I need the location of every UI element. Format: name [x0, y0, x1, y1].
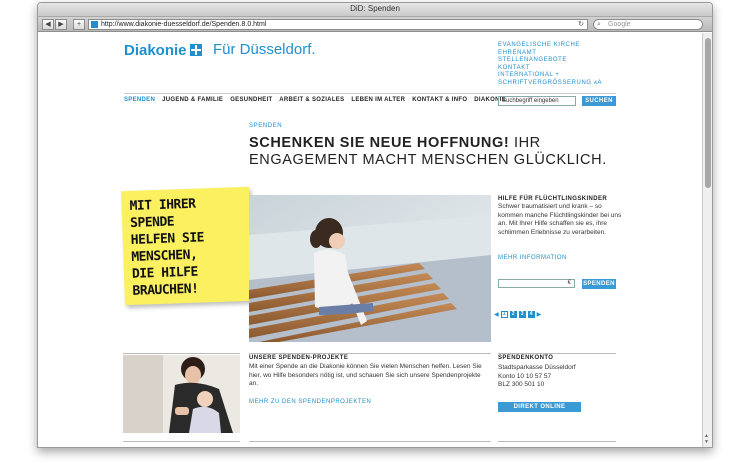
account-heading: SPENDENKONTO — [498, 355, 554, 361]
vertical-scrollbar[interactable]: ▲ ▼ — [702, 33, 712, 447]
link-ehrenamt[interactable]: EHRENAMT — [498, 50, 602, 58]
sticky-note: MIT IHRER SPENDE HELFEN SIE MENSCHEN, DI… — [121, 186, 253, 306]
forward-button[interactable]: ▶ — [55, 19, 67, 30]
page-headline: SCHENKEN SIE NEUE HOFFNUNG! IHR ENGAGEME… — [249, 135, 629, 169]
feature-heading: HILFE FÜR FLÜCHTLINGSKINDER — [498, 196, 608, 202]
pager-page-4[interactable]: 4 — [527, 311, 535, 318]
scrollbar-thumb[interactable] — [705, 38, 711, 188]
headline-line2: ENGAGEMENT MACHT MENSCHEN GLÜCKLICH. — [249, 152, 607, 168]
pager-page-3[interactable]: 3 — [518, 311, 526, 318]
main-nav: SPENDEN JUGEND & FAMILIE GESUNDHEIT ARBE… — [124, 97, 511, 103]
pager-page-2[interactable]: 2 — [509, 311, 517, 318]
account-konto: Konto 10 10 57 57 — [498, 372, 552, 380]
more-projects-link[interactable]: MEHR ZU DEN SPENDENPROJEKTEN — [249, 399, 371, 405]
favicon-icon — [91, 21, 98, 28]
divider-middle — [249, 353, 491, 354]
nav-item-leben-im-alter[interactable]: LEBEN IM ALTER — [351, 97, 405, 103]
sticky-note-text: MIT IHRER SPENDE HELFEN SIE MENSCHEN, DI… — [129, 196, 205, 299]
projects-text: Mit einer Spende an die Diakonie können … — [249, 363, 482, 388]
link-kontakt[interactable]: KONTAKT — [498, 65, 602, 73]
account-details: Stadtsparkasse Düsseldorf Konto 10 10 57… — [498, 364, 616, 390]
link-stellenangebote[interactable]: STELLENANGEBOTE — [498, 57, 602, 65]
breadcrumb[interactable]: SPENDEN — [249, 123, 282, 129]
nav-item-gesundheit[interactable]: GESUNDHEIT — [230, 97, 272, 103]
divider-left — [123, 353, 240, 354]
account-bank: Stadtsparkasse Düsseldorf — [498, 364, 576, 371]
link-international[interactable]: INTERNATIONAL + — [498, 72, 602, 80]
address-bar[interactable]: http://www.diakonie-duesseldorf.de/Spend… — [88, 19, 588, 30]
window-title: DiD: Spenden — [350, 4, 400, 13]
back-button[interactable]: ◀ — [42, 19, 54, 30]
browser-search-input[interactable]: ⌕ Google — [593, 19, 703, 30]
projects-heading: UNSERE SPENDEN-PROJEKTE — [249, 355, 349, 361]
browser-toolbar: ◀ ▶ + http://www.diakonie-duesseldorf.de… — [38, 17, 712, 32]
nav-item-jugend-familie[interactable]: JUGEND & FAMILIE — [162, 97, 223, 103]
child-on-bench-image — [249, 195, 491, 342]
feature-pager: ◀ 1 2 3 4 ▶ — [494, 311, 541, 318]
scroll-arrows-icon[interactable]: ▲ ▼ — [704, 433, 709, 445]
nav-item-arbeit-soziales[interactable]: ARBEIT & SOZIALES — [279, 97, 344, 103]
page-viewport: Diakonie Für Düsseldorf. EVANGELISCHE KI… — [38, 33, 704, 447]
search-icon: ⌕ — [597, 21, 601, 28]
reload-icon[interactable]: ↻ — [578, 20, 584, 29]
diakonie-logo[interactable]: Diakonie — [124, 42, 187, 59]
link-evangelische-kirche[interactable]: EVANGELISCHE KIRCHE — [498, 42, 602, 50]
title-bar: DiD: Spenden — [38, 3, 712, 17]
feature-text: Schwer traumatisiert und krank – so komm… — [498, 203, 622, 236]
pager-next-icon[interactable]: ▶ — [537, 311, 542, 318]
browser-search-placeholder: Google — [608, 21, 631, 28]
divider-bottom-left — [123, 441, 240, 442]
divider-bottom-right — [498, 441, 616, 442]
headline-rest: IHR — [509, 135, 541, 151]
headline-bold: SCHENKEN SIE NEUE HOFFNUNG! — [249, 135, 510, 151]
account-blz: BLZ 300 501 10 — [498, 381, 545, 389]
nav-item-spenden[interactable]: SPENDEN — [124, 97, 155, 103]
diakonie-cross-icon — [190, 44, 202, 56]
url-text: http://www.diakonie-duesseldorf.de/Spend… — [101, 21, 267, 28]
more-information-link[interactable]: MEHR INFORMATION — [498, 255, 567, 261]
site-search-input[interactable]: Suchbegriff eingeben — [498, 96, 576, 106]
nav-divider — [124, 93, 616, 94]
browser-window: DiD: Spenden ◀ ▶ + http://www.diakonie-d… — [37, 2, 713, 448]
projects-photo — [123, 355, 240, 433]
divider-right — [498, 353, 616, 354]
feature-photo — [249, 195, 491, 342]
top-links: EVANGELISCHE KIRCHE EHRENAMT STELLENANGE… — [498, 42, 602, 87]
direct-online-donate-button[interactable]: DIREKT ONLINE SPENDEN — [498, 402, 581, 420]
search-button[interactable]: SUCHEN — [582, 96, 616, 106]
site-tagline: Für Düsseldorf. — [213, 41, 316, 58]
donate-button[interactable]: SPENDEN — [582, 279, 616, 289]
link-schriftvergroesserung[interactable]: SCHRIFTVERGRÖSSERUNG ᴀA — [498, 80, 602, 88]
divider-bottom-middle — [249, 441, 491, 442]
nav-item-kontakt-info[interactable]: KONTAKT & INFO — [412, 97, 467, 103]
pager-page-1[interactable]: 1 — [500, 311, 508, 318]
pager-prev-icon[interactable]: ◀ — [494, 311, 499, 318]
woman-with-child-image — [123, 355, 240, 433]
add-bookmark-button[interactable]: + — [73, 19, 85, 30]
donation-amount-input[interactable]: € — [498, 279, 575, 288]
